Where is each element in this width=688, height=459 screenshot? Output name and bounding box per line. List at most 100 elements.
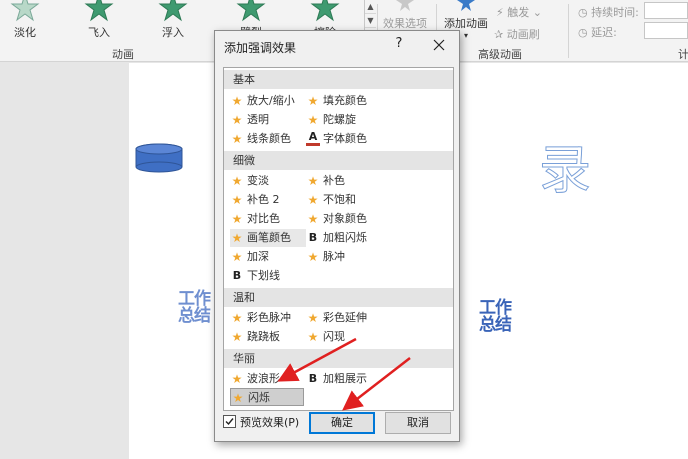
star-icon: ★ bbox=[231, 250, 243, 264]
effect-label: 闪烁 bbox=[248, 391, 270, 404]
star-icon: ★ bbox=[231, 113, 243, 127]
effect-pulse[interactable]: ★ 脉冲 bbox=[306, 248, 382, 266]
effect-label: 陀螺旋 bbox=[323, 113, 356, 126]
effect-list[interactable]: 基本 ★ 放大/缩小 ★ 填充颜色 ★ 透明 ★ 陀螺旋 ★ 线条颜色 A 字体颜色 细微 … bbox=[223, 67, 454, 411]
effect-label: 彩色脉冲 bbox=[247, 311, 291, 324]
effect-label: 加深 bbox=[247, 250, 269, 263]
star-icon: ★ bbox=[231, 330, 243, 344]
effect-spin[interactable]: ★ 陀螺旋 bbox=[306, 111, 382, 129]
trigger-label: 触发 bbox=[507, 6, 530, 19]
effect-darken[interactable]: ★ 加深 bbox=[230, 248, 306, 266]
effect-transparency[interactable]: ★ 透明 bbox=[230, 111, 306, 129]
effect-bold-reveal[interactable]: B 加粗展示 bbox=[306, 370, 382, 388]
split-star-icon bbox=[236, 0, 266, 22]
effect-desaturate[interactable]: ★ 不饱和 bbox=[306, 191, 382, 209]
checkmark-icon bbox=[225, 418, 234, 426]
wipe-star-icon bbox=[310, 0, 340, 22]
star-icon: ★ bbox=[307, 193, 319, 207]
effect-brush-color[interactable]: ★ 画笔颜色 bbox=[230, 229, 306, 247]
category-subtle: 细微 bbox=[224, 151, 453, 170]
category-moderate: 温和 bbox=[224, 288, 453, 307]
effect-wave[interactable]: ★ 波浪形 bbox=[230, 370, 306, 388]
cancel-button[interactable]: 取消 bbox=[385, 412, 451, 434]
effect-blink[interactable]: ★ 闪烁 bbox=[230, 388, 304, 406]
effect-complementary-color[interactable]: ★ 补色 bbox=[306, 172, 382, 190]
slide-text-right[interactable]: 工作总结 bbox=[479, 300, 519, 334]
effect-fade-label: 淡化 bbox=[14, 26, 36, 39]
help-button[interactable]: ? bbox=[391, 36, 407, 54]
delay-input[interactable] bbox=[644, 22, 688, 39]
slide-text-left[interactable]: 工作总结 bbox=[178, 291, 218, 325]
group-timing-label: 计 bbox=[678, 48, 688, 61]
effect-complementary-color-2[interactable]: ★ 补色 2 bbox=[230, 191, 306, 209]
effect-options-label: 效果选项 bbox=[383, 17, 427, 30]
duration-label: ◷ 持续时间: bbox=[578, 4, 639, 20]
slide-text-big[interactable]: 录 bbox=[538, 143, 591, 200]
effect-float-in-button[interactable]: 浮入 bbox=[148, 0, 198, 40]
trigger-icon: ⚡ bbox=[496, 6, 504, 19]
effect-label: 字体颜色 bbox=[323, 132, 367, 145]
effect-fade-button[interactable]: 淡化 bbox=[0, 0, 50, 40]
group-advanced-label: 高级动画 bbox=[478, 48, 522, 61]
effect-color-wave[interactable]: ★ 彩色延伸 bbox=[306, 309, 382, 327]
effect-fill-color[interactable]: ★ 填充颜色 bbox=[306, 92, 382, 110]
effect-label: 不饱和 bbox=[323, 193, 356, 206]
fade-star-icon bbox=[10, 0, 40, 22]
close-button[interactable] bbox=[429, 35, 449, 55]
star-icon: ★ bbox=[307, 174, 319, 188]
star-icon: ★ bbox=[231, 311, 243, 325]
animation-painter-button[interactable]: ✰ 动画刷 bbox=[494, 26, 540, 42]
effect-label: 闪现 bbox=[323, 330, 345, 343]
delay-clock-icon: ◷ bbox=[578, 26, 588, 39]
effect-contrasting-color[interactable]: ★ 对比色 bbox=[230, 210, 306, 228]
delay-text: 延迟: bbox=[591, 26, 617, 39]
effect-bold-flash[interactable]: B 加粗闪烁 bbox=[306, 229, 382, 247]
effect-teeter[interactable]: ★ 跷跷板 bbox=[230, 328, 306, 346]
star-icon: ★ bbox=[307, 311, 319, 325]
star-icon: ★ bbox=[231, 94, 243, 108]
effect-fly-in-label: 飞入 bbox=[88, 26, 110, 39]
add-emphasis-effect-dialog: 添加强调效果 ? 基本 ★ 放大/缩小 ★ 填充颜色 ★ 透明 ★ 陀螺旋 ★ 线条颜色 … bbox=[214, 30, 460, 442]
star-icon: ★ bbox=[231, 132, 243, 146]
effect-flicker[interactable]: ★ 闪现 bbox=[306, 328, 382, 346]
effect-label: 补色 2 bbox=[247, 193, 280, 206]
effect-object-color[interactable]: ★ 对象颜色 bbox=[306, 210, 382, 228]
effect-desaturate-fade[interactable]: ★ 变淡 bbox=[230, 172, 306, 190]
ok-button[interactable]: 确定 bbox=[309, 412, 375, 434]
add-animation-icon bbox=[457, 0, 475, 11]
star-icon: ★ bbox=[231, 231, 243, 245]
effect-label: 对比色 bbox=[247, 212, 280, 225]
animation-painter-label: 动画刷 bbox=[506, 28, 540, 41]
effect-label: 画笔颜色 bbox=[247, 231, 291, 244]
effect-options-button[interactable]: 效果选项 bbox=[380, 0, 430, 31]
trigger-button[interactable]: ⚡ 触发 ⌄ bbox=[496, 4, 542, 20]
effect-grow-shrink[interactable]: ★ 放大/缩小 bbox=[230, 92, 306, 110]
slide-pane-gutter bbox=[0, 63, 129, 459]
cylinder-shape[interactable] bbox=[135, 141, 185, 175]
effect-line-color[interactable]: ★ 线条颜色 bbox=[230, 130, 306, 148]
effect-font-color[interactable]: A 字体颜色 bbox=[306, 130, 382, 148]
gallery-down-icon[interactable]: ▼ bbox=[365, 14, 376, 28]
effect-color-pulse[interactable]: ★ 彩色脉冲 bbox=[230, 309, 306, 327]
star-icon: ★ bbox=[307, 212, 319, 226]
preview-checkbox[interactable] bbox=[223, 415, 236, 428]
effect-underline[interactable]: B 下划线 bbox=[230, 267, 306, 285]
effect-label: 放大/缩小 bbox=[247, 94, 295, 107]
effect-label: 波浪形 bbox=[247, 372, 280, 385]
preview-checkbox-label[interactable]: 预览效果(P) bbox=[240, 414, 299, 430]
font-color-icon: A bbox=[306, 131, 320, 146]
fly-in-star-icon bbox=[84, 0, 114, 22]
effect-label: 彩色延伸 bbox=[323, 311, 367, 324]
star-icon: ★ bbox=[231, 174, 243, 188]
effect-label: 线条颜色 bbox=[247, 132, 291, 145]
star-icon: ★ bbox=[307, 250, 319, 264]
star-icon: ★ bbox=[232, 391, 244, 405]
bold-b-icon: B bbox=[232, 269, 242, 282]
star-icon: ★ bbox=[231, 372, 243, 386]
effect-label: 填充颜色 bbox=[323, 94, 367, 107]
gallery-up-icon[interactable]: ▲ bbox=[365, 0, 376, 14]
effect-label: 跷跷板 bbox=[247, 330, 280, 343]
duration-input[interactable] bbox=[644, 2, 688, 19]
delay-label: ◷ 延迟: bbox=[578, 24, 617, 40]
effect-fly-in-button[interactable]: 飞入 bbox=[74, 0, 124, 40]
